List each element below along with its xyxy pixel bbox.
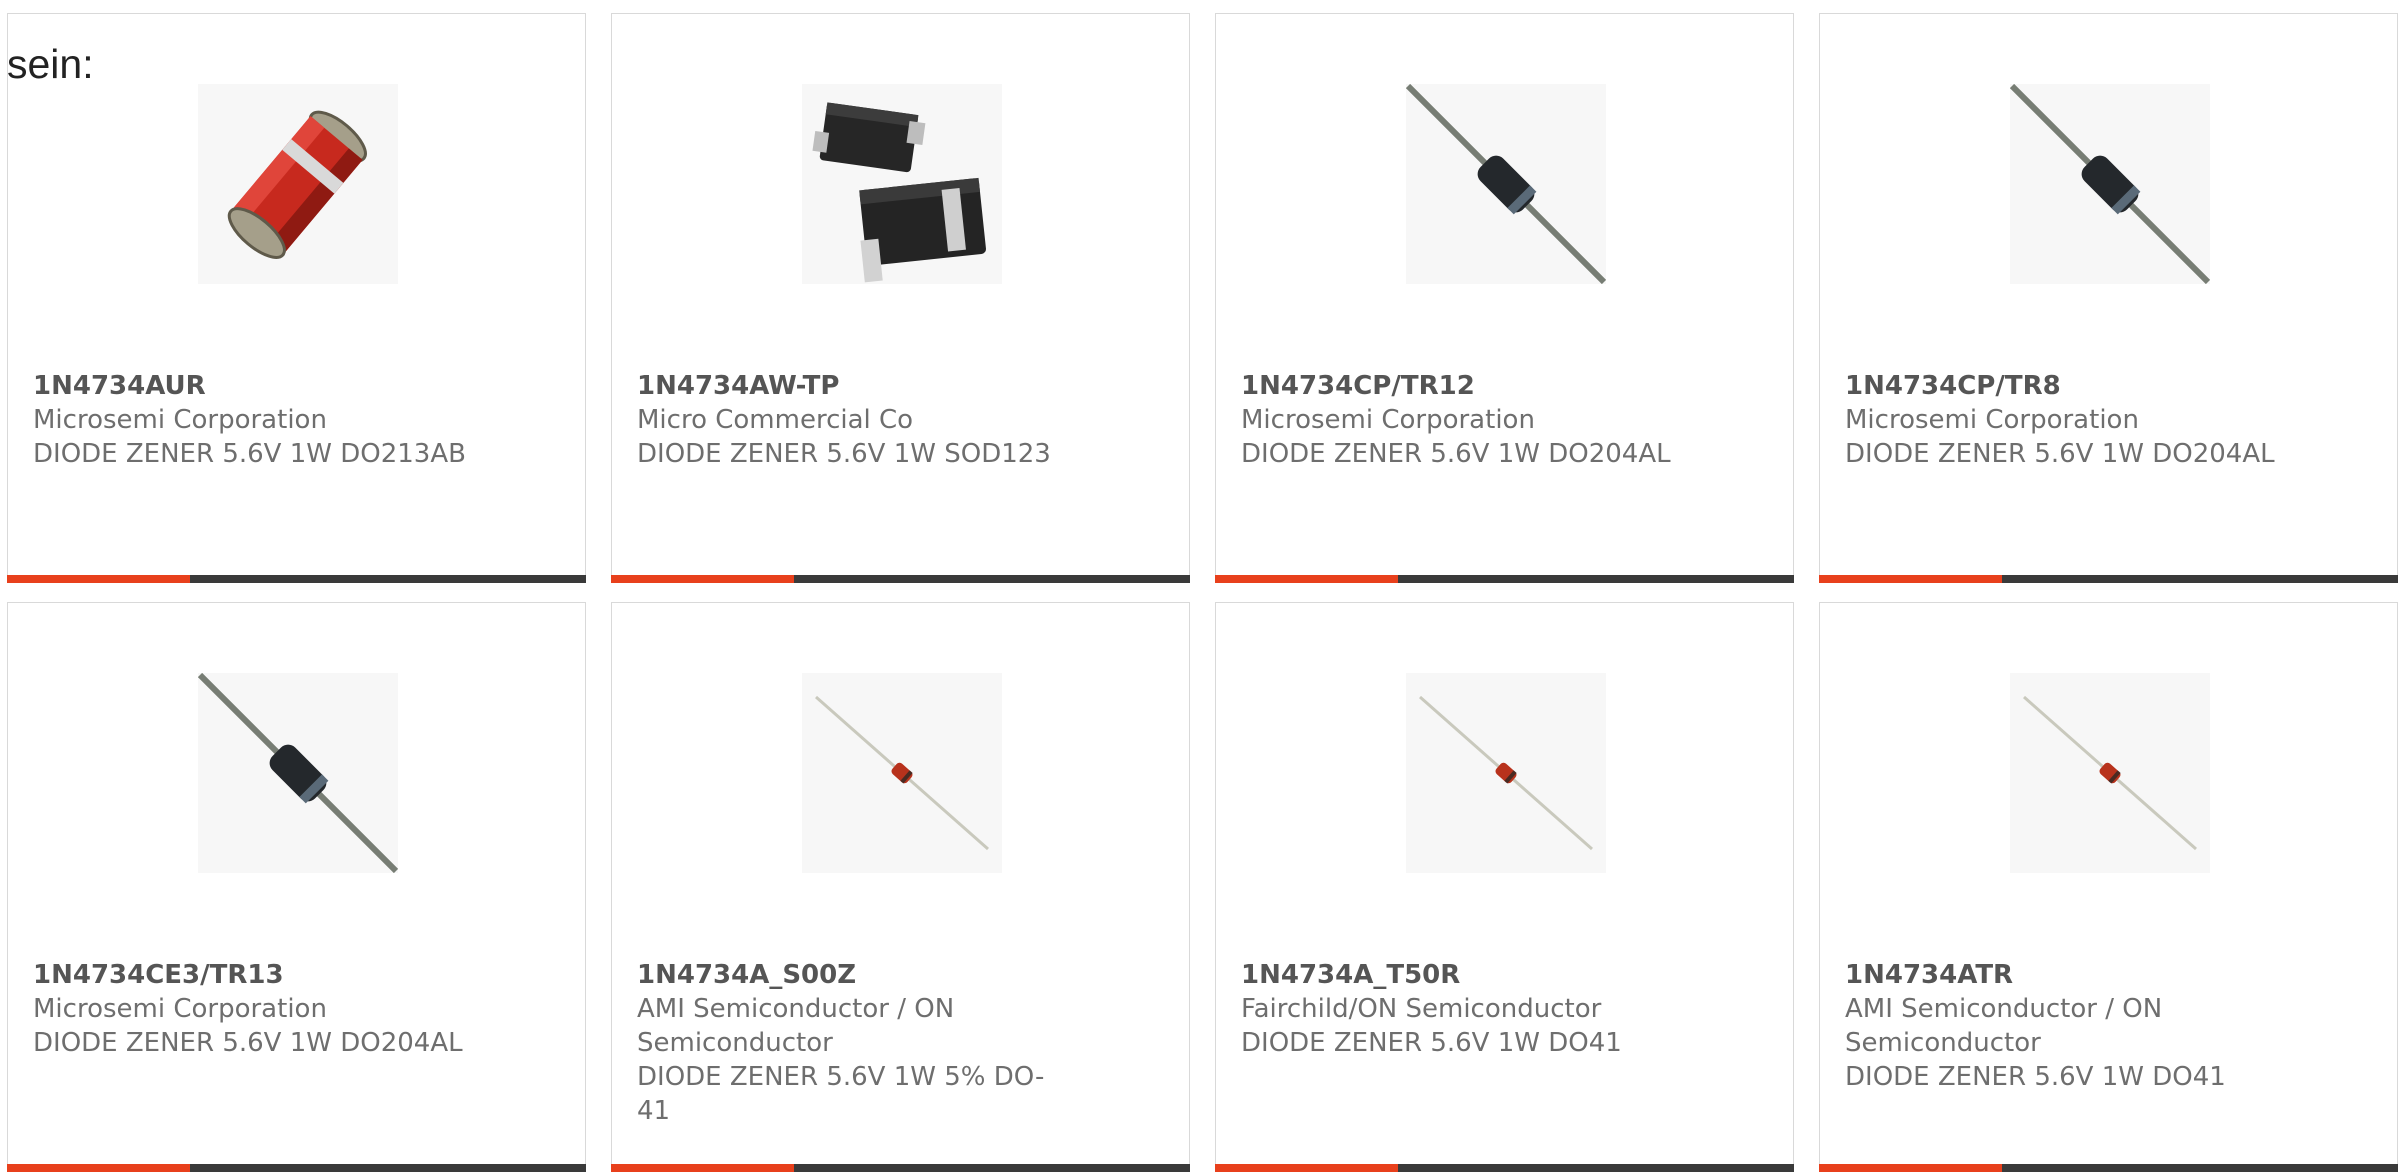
product-info: 1N4734A_T50R Fairchild/ON Semiconductor …	[1241, 958, 1681, 1060]
product-info: 1N4734ATR AMI Semiconductor / ON Semicon…	[1845, 958, 2285, 1094]
product-info: 1N4734AUR Microsemi Corporation DIODE ZE…	[33, 369, 473, 471]
description: DIODE ZENER 5.6V 1W 5% DO-41	[637, 1062, 1045, 1126]
product-image-axial-diode[interactable]	[2010, 84, 2210, 284]
manufacturer: Microsemi Corporation	[33, 994, 327, 1024]
product-info: 1N4734A_S00Z AMI Semiconductor / ON Semi…	[637, 958, 1077, 1128]
card-accent-bar	[611, 1164, 794, 1172]
card-bottom-bar	[1215, 575, 1794, 583]
description: DIODE ZENER 5.6V 1W DO204AL	[1241, 439, 1671, 469]
product-info: 1N4734AW-TP Micro Commercial Co DIODE ZE…	[637, 369, 1077, 471]
product-image-axial-diode[interactable]	[1406, 84, 1606, 284]
card-bottom-bar	[7, 1164, 586, 1172]
product-image-melf-diode[interactable]	[198, 84, 398, 284]
manufacturer: Micro Commercial Co	[637, 405, 914, 435]
product-info: 1N4734CE3/TR13 Microsemi Corporation DIO…	[33, 958, 473, 1060]
card-accent-bar	[1215, 575, 1398, 583]
product-card[interactable]: 1N4734AW-TP Micro Commercial Co DIODE ZE…	[611, 13, 1190, 583]
card-accent-bar	[7, 575, 190, 583]
product-image-small-axial-diode[interactable]	[2010, 673, 2210, 873]
description: DIODE ZENER 5.6V 1W SOD123	[637, 439, 1051, 469]
product-card[interactable]: 1N4734A_T50R Fairchild/ON Semiconductor …	[1215, 602, 1794, 1172]
part-number-link[interactable]: 1N4734AW-TP	[637, 369, 1077, 403]
product-card[interactable]: 1N4734A_S00Z AMI Semiconductor / ON Semi…	[611, 602, 1190, 1172]
manufacturer: Microsemi Corporation	[33, 405, 327, 435]
card-accent-bar	[1215, 1164, 1398, 1172]
manufacturer: Microsemi Corporation	[1845, 405, 2139, 435]
part-number-link[interactable]: 1N4734CP/TR12	[1241, 369, 1681, 403]
card-bottom-bar	[1819, 575, 2398, 583]
product-info: 1N4734CP/TR8 Microsemi Corporation DIODE…	[1845, 369, 2285, 471]
product-card[interactable]: 1N4734CP/TR12 Microsemi Corporation DIOD…	[1215, 13, 1794, 583]
manufacturer: AMI Semiconductor / ON Semiconductor	[637, 994, 955, 1058]
manufacturer: Microsemi Corporation	[1241, 405, 1535, 435]
description: DIODE ZENER 5.6V 1W DO41	[1845, 1062, 2226, 1092]
product-card[interactable]: 1N4734CE3/TR13 Microsemi Corporation DIO…	[7, 602, 586, 1172]
card-bottom-bar	[611, 1164, 1190, 1172]
manufacturer: AMI Semiconductor / ON Semiconductor	[1845, 994, 2163, 1058]
manufacturer: Fairchild/ON Semiconductor	[1241, 994, 1602, 1024]
product-card[interactable]: 1N4734AUR Microsemi Corporation DIODE ZE…	[7, 13, 586, 583]
part-number-link[interactable]: 1N4734A_T50R	[1241, 958, 1681, 992]
part-number-link[interactable]: 1N4734CP/TR8	[1845, 369, 2285, 403]
card-bottom-bar	[7, 575, 586, 583]
product-card[interactable]: 1N4734ATR AMI Semiconductor / ON Semicon…	[1819, 602, 2398, 1172]
product-image-smd-diode[interactable]	[802, 84, 1002, 284]
part-number-link[interactable]: 1N4734ATR	[1845, 958, 2285, 992]
card-accent-bar	[1819, 1164, 2002, 1172]
part-number-link[interactable]: 1N4734A_S00Z	[637, 958, 1077, 992]
description: DIODE ZENER 5.6V 1W DO204AL	[1845, 439, 2275, 469]
part-number-link[interactable]: 1N4734AUR	[33, 369, 473, 403]
card-bottom-bar	[611, 575, 1190, 583]
product-info: 1N4734CP/TR12 Microsemi Corporation DIOD…	[1241, 369, 1681, 471]
product-image-small-axial-diode[interactable]	[802, 673, 1002, 873]
description: DIODE ZENER 5.6V 1W DO41	[1241, 1028, 1622, 1058]
product-image-small-axial-diode[interactable]	[1406, 673, 1606, 873]
product-image-axial-diode[interactable]	[198, 673, 398, 873]
product-card[interactable]: 1N4734CP/TR8 Microsemi Corporation DIODE…	[1819, 13, 2398, 583]
part-number-link[interactable]: 1N4734CE3/TR13	[33, 958, 473, 992]
card-accent-bar	[611, 575, 794, 583]
description: DIODE ZENER 5.6V 1W DO204AL	[33, 1028, 463, 1058]
card-accent-bar	[7, 1164, 190, 1172]
description: DIODE ZENER 5.6V 1W DO213AB	[33, 439, 466, 469]
intro-text: sein:	[7, 41, 94, 87]
card-bottom-bar	[1819, 1164, 2398, 1172]
card-bottom-bar	[1215, 1164, 1794, 1172]
card-accent-bar	[1819, 575, 2002, 583]
